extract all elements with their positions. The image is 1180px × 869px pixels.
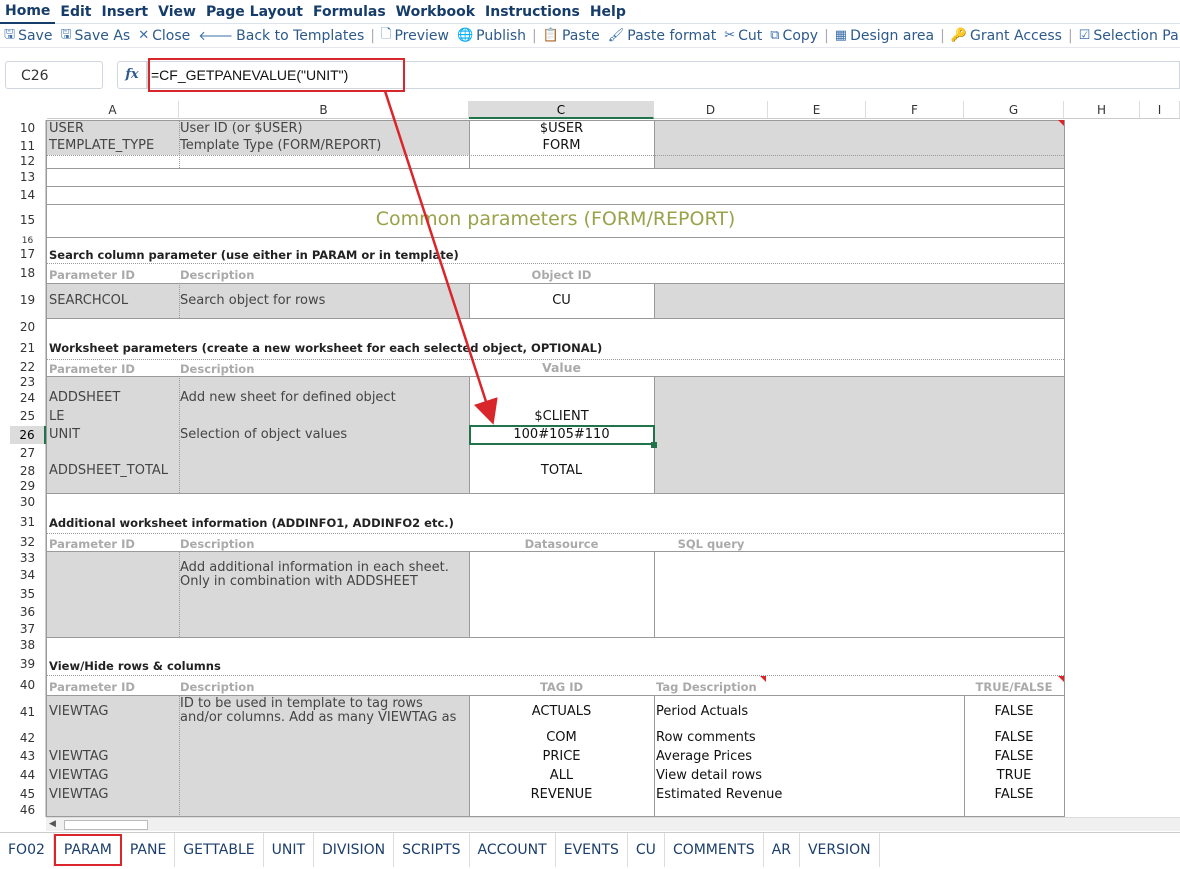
sheet-tab-scripts[interactable]: SCRIPTS (394, 833, 470, 867)
sheet-tab-ar[interactable]: AR (764, 833, 800, 867)
scroll-thumb[interactable] (64, 820, 148, 830)
sheet-tabs: FO02 PARAM PANE GETTABLE UNIT DIVISION SCRIPTS… (0, 832, 1180, 869)
sheet-tab-gettable[interactable]: GETTABLE (175, 833, 264, 867)
sheet-tab-param[interactable]: PARAM (53, 834, 122, 866)
sheet-tab-comments[interactable]: COMMENTS (665, 833, 764, 867)
sheet-tab-version[interactable]: VERSION (800, 833, 880, 867)
sheet-tab-unit[interactable]: UNIT (264, 833, 314, 867)
sheet-tab-cu[interactable]: CU (628, 833, 665, 867)
sheet-tab-fo02[interactable]: FO02 (0, 833, 54, 867)
sheet-tab-events[interactable]: EVENTS (556, 833, 628, 867)
annotation-arrow (383, 90, 498, 425)
sheet-tab-account[interactable]: ACCOUNT (470, 833, 556, 867)
sheet-tab-division[interactable]: DIVISION (314, 833, 395, 867)
scroll-left-icon[interactable]: ◀ (49, 819, 56, 829)
horizontal-scrollbar[interactable]: ◀ (46, 817, 1180, 831)
sheet-tab-pane[interactable]: PANE (122, 833, 176, 867)
